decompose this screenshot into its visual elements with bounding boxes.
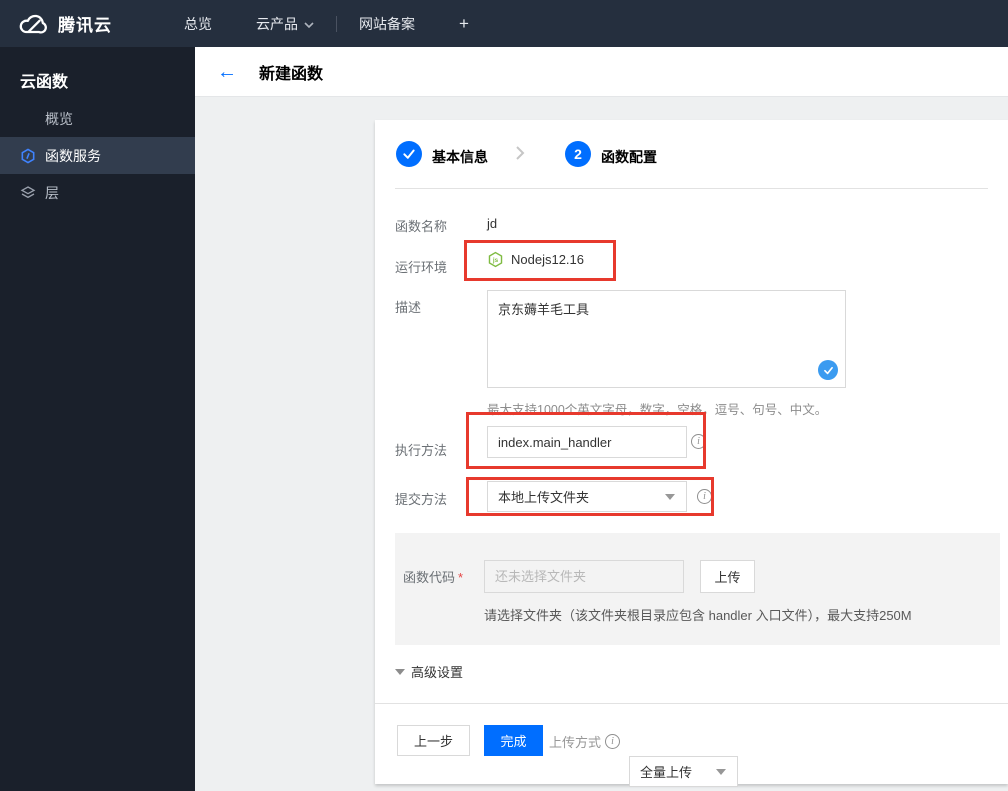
description-valid-check-icon [818,360,838,380]
sidebar-item-overview-label: 概览 [45,110,73,127]
handler-label: 执行方法 [395,443,448,458]
sidebar-item-layers-label: 层 [45,184,59,201]
runtime-label: 运行环境 [395,260,448,275]
sidebar-item-overview[interactable]: 概览 [0,100,195,137]
tencent-cloud-logo-icon [16,11,50,37]
advanced-settings-label: 高级设置 [411,665,464,680]
top-navbar: 腾讯云 总览 云产品 网站备案 + [0,0,1008,47]
runtime-value: Nodejs12.16 [511,252,584,267]
sidebar-item-function-service-label: 函数服务 [45,147,101,164]
upload-mode-info-icon[interactable]: i [605,734,621,749]
upload-mode-label: 上传方式 [549,735,602,750]
nav-item-overview-label: 总览 [184,15,212,32]
nav-item-icp-filing[interactable]: 网站备案 [337,0,437,47]
description-label: 描述 [395,300,422,315]
nav-item-cloud-products[interactable]: 云产品 [234,0,336,47]
steps-divider [395,188,988,189]
advanced-settings-toggle[interactable]: 高级设置 [395,662,463,681]
sidebar-item-function-service[interactable]: 函数服务 [0,137,195,174]
handler-input[interactable] [487,426,687,458]
step1-done-check-icon [396,141,422,167]
step1-label: 基本信息 [432,149,488,165]
create-function-card: 基本信息 2 函数配置 函数名称 jd 运行环境 js Nodejs12.16 … [375,120,1008,787]
description-hint: 最大支持1000个英文字母，数字，空格，逗号、句号、中文。 [487,403,828,417]
submit-method-value: 本地上传文件夹 [498,490,590,505]
chevron-down-icon [665,493,675,500]
chevron-down-icon [304,16,314,32]
sidebar-title: 云函数 [20,74,69,91]
page-header: ← 新建函数 [195,47,1008,97]
submit-method-label: 提交方法 [395,492,448,507]
step-chevron-icon [513,143,527,168]
svg-text:js: js [492,257,499,264]
previous-step-button[interactable]: 上一步 [397,725,470,756]
function-code-hint: 请选择文件夹（该文件夹根目录应包含 handler 入口文件），最大支持250M [484,608,912,623]
nav-item-cloud-products-label: 云产品 [256,15,298,32]
triangle-down-icon [395,668,405,675]
brand-logo[interactable]: 腾讯云 [16,11,112,37]
brand-name: 腾讯云 [58,16,112,35]
folder-path-input[interactable] [484,560,684,593]
navbar-menu: 总览 云产品 网站备案 + [162,0,491,47]
upload-button[interactable]: 上传 [700,560,755,593]
step2-number-badge: 2 [565,141,591,167]
nav-item-icp-filing-label: 网站备案 [359,15,415,32]
submit-method-dropdown[interactable]: 本地上传文件夹 [487,481,687,512]
scf-hexagon-icon [20,148,36,164]
description-textarea[interactable]: 京东薅羊毛工具 [487,290,846,388]
function-code-panel: 函数代码* 上传 请选择文件夹（该文件夹根目录应包含 handler 入口文件）… [395,533,1000,645]
function-name-value: jd [487,216,498,231]
sidebar-item-layers[interactable]: 层 [0,174,195,211]
step2-label: 函数配置 [601,149,657,165]
handler-info-icon[interactable]: i [691,434,706,449]
page-title: 新建函数 [259,65,324,83]
upload-mode-value: 全量上传 [640,765,693,780]
function-code-label: 函数代码 * [403,570,464,585]
upload-mode-row: 上传方式 i [549,732,621,751]
upload-mode-dropdown[interactable]: 全量上传 [629,756,738,787]
chevron-down-icon [716,768,726,775]
nav-item-overview[interactable]: 总览 [162,0,234,47]
grid-icon [20,111,36,127]
finish-button[interactable]: 完成 [484,725,543,756]
tencent-cloud-console: 腾讯云 总览 云产品 网站备案 + 云函数 概览 函数服务 层 ← 新建函数 基… [0,0,1008,791]
function-name-label: 函数名称 [395,219,448,234]
submit-method-info-icon[interactable]: i [697,489,712,504]
layers-icon [20,185,36,201]
runtime-value-row: js Nodejs12.16 [487,251,584,268]
nav-add-tab-button[interactable]: + [437,0,491,47]
footer-divider [375,703,1008,704]
nodejs-icon: js [487,251,504,268]
back-arrow-button[interactable]: ← [217,62,237,82]
sidebar: 云函数 概览 函数服务 层 [0,47,195,791]
required-asterisk: * [458,570,464,585]
